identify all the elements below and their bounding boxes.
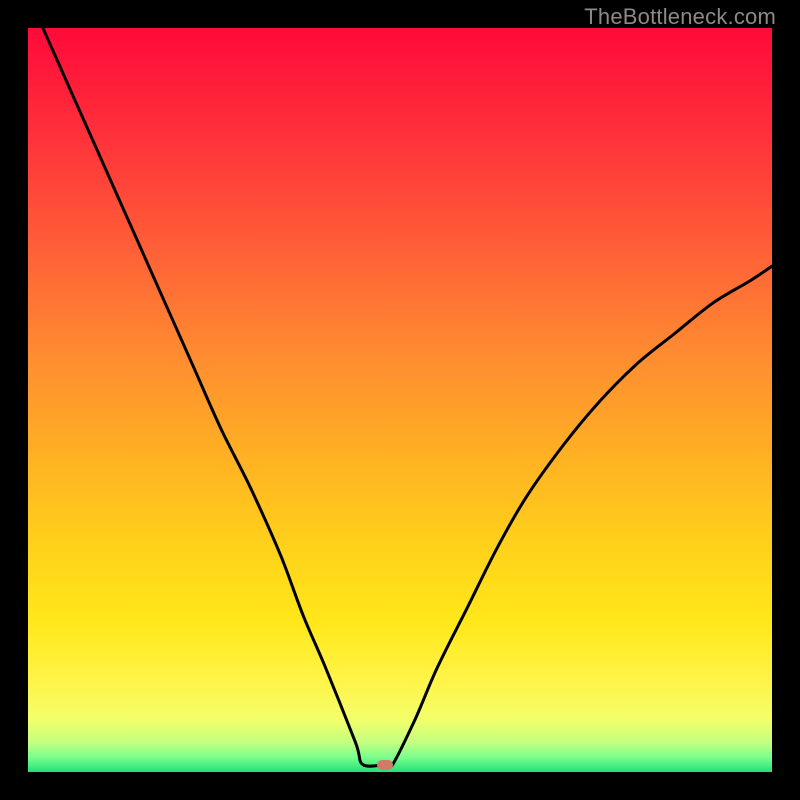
chart-frame: TheBottleneck.com (0, 0, 800, 800)
curve-right-branch (385, 266, 772, 768)
bottleneck-curve (28, 28, 772, 772)
watermark-text: TheBottleneck.com (584, 4, 776, 30)
plot-area (28, 28, 772, 772)
optimal-point-marker (377, 760, 393, 770)
curve-left-branch (43, 28, 385, 766)
